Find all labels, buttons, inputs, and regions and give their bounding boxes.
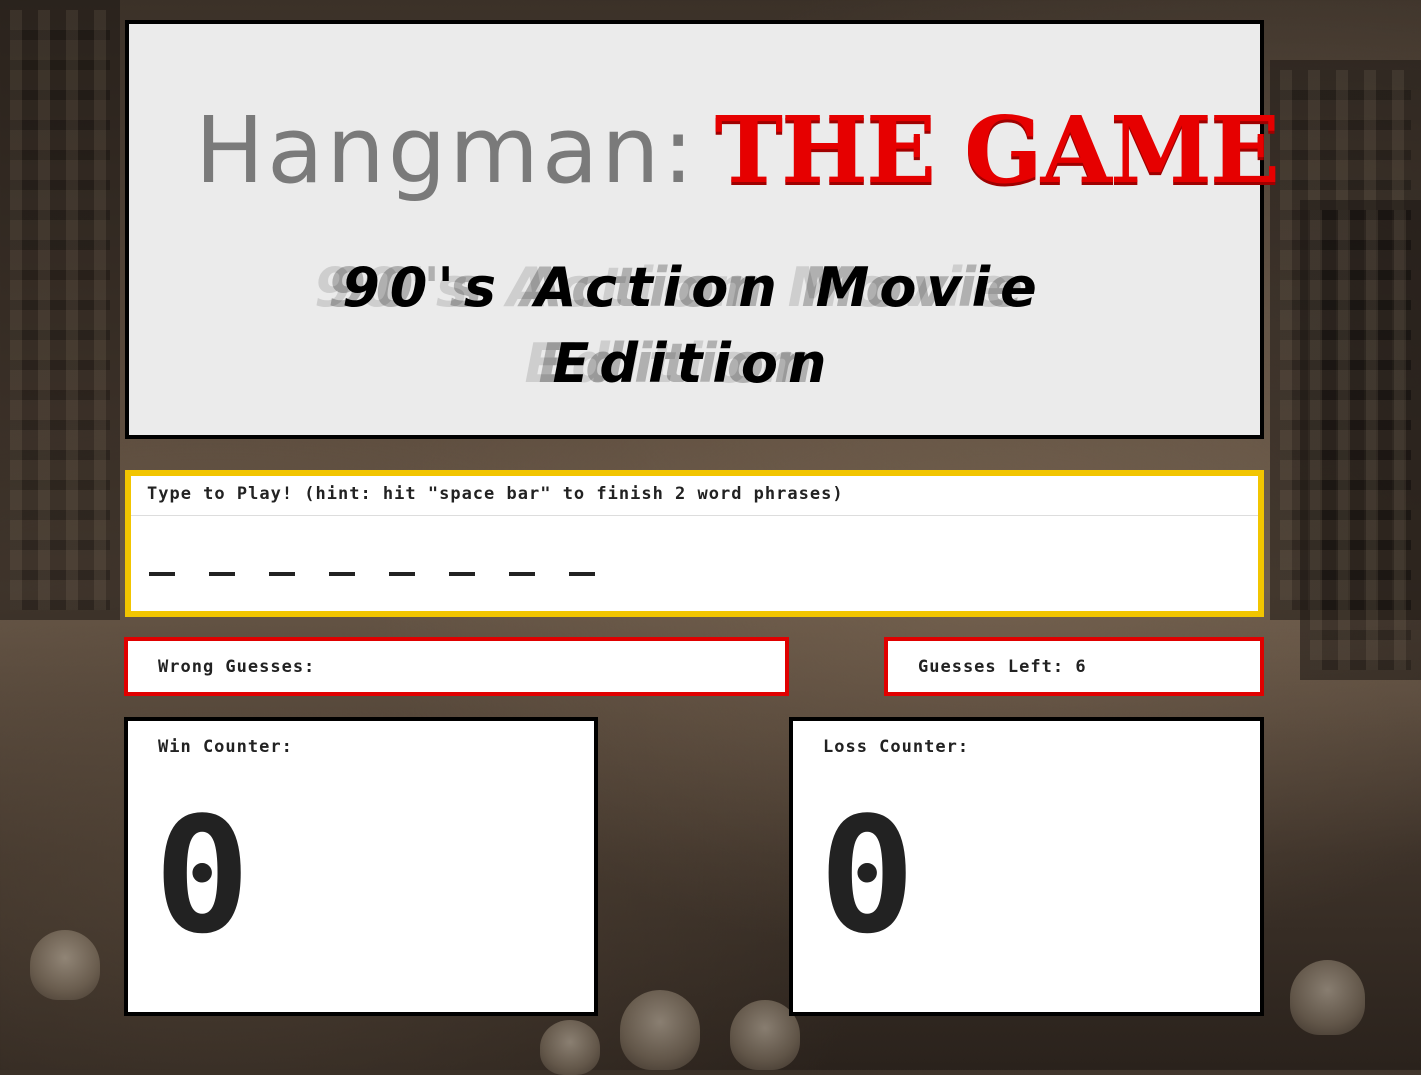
- guesses-left-text: Guesses Left: 6: [918, 657, 1087, 677]
- subtitle-line-1: 90's Action Movie: [342, 256, 1047, 319]
- win-counter-value: 0: [154, 782, 251, 969]
- letter-blank: [389, 572, 415, 576]
- letter-blank: [449, 572, 475, 576]
- loss-counter-value: 0: [819, 782, 916, 969]
- subtitle-line-2: Edition: [552, 332, 837, 395]
- letter-blank: [569, 572, 595, 576]
- guesses-left-panel: Guesses Left: 6: [884, 637, 1264, 696]
- wrong-guesses-text: Wrong Guesses:: [158, 657, 315, 677]
- play-panel[interactable]: Type to Play! (hint: hit "space bar" to …: [125, 470, 1264, 617]
- guesses-left-label: Guesses Left:: [918, 657, 1065, 677]
- win-counter-panel: Win Counter: 0: [124, 717, 598, 1016]
- letter-blank: [329, 572, 355, 576]
- letter-blank: [209, 572, 235, 576]
- title-panel: Hangman: THE GAME 90's Action Movie Editi…: [125, 20, 1280, 439]
- wrong-guesses-label: Wrong Guesses:: [158, 657, 316, 677]
- loss-counter-label: Loss Counter:: [823, 737, 970, 757]
- letter-blank: [149, 572, 175, 576]
- play-instructions: Type to Play! (hint: hit "space bar" to …: [131, 476, 1258, 516]
- game-title: Hangman: THE GAME: [195, 96, 1280, 204]
- letter-blank: [269, 572, 295, 576]
- win-counter-label: Win Counter:: [158, 737, 293, 757]
- wrong-guesses-panel: Wrong Guesses:: [124, 637, 789, 696]
- loss-counter-panel: Loss Counter: 0: [789, 717, 1264, 1016]
- guesses-left-value: 6: [1075, 657, 1087, 677]
- title-accent: THE GAME: [714, 96, 1280, 204]
- title-main: Hangman:: [195, 97, 697, 204]
- letter-blank: [509, 572, 535, 576]
- word-blanks: [149, 572, 595, 576]
